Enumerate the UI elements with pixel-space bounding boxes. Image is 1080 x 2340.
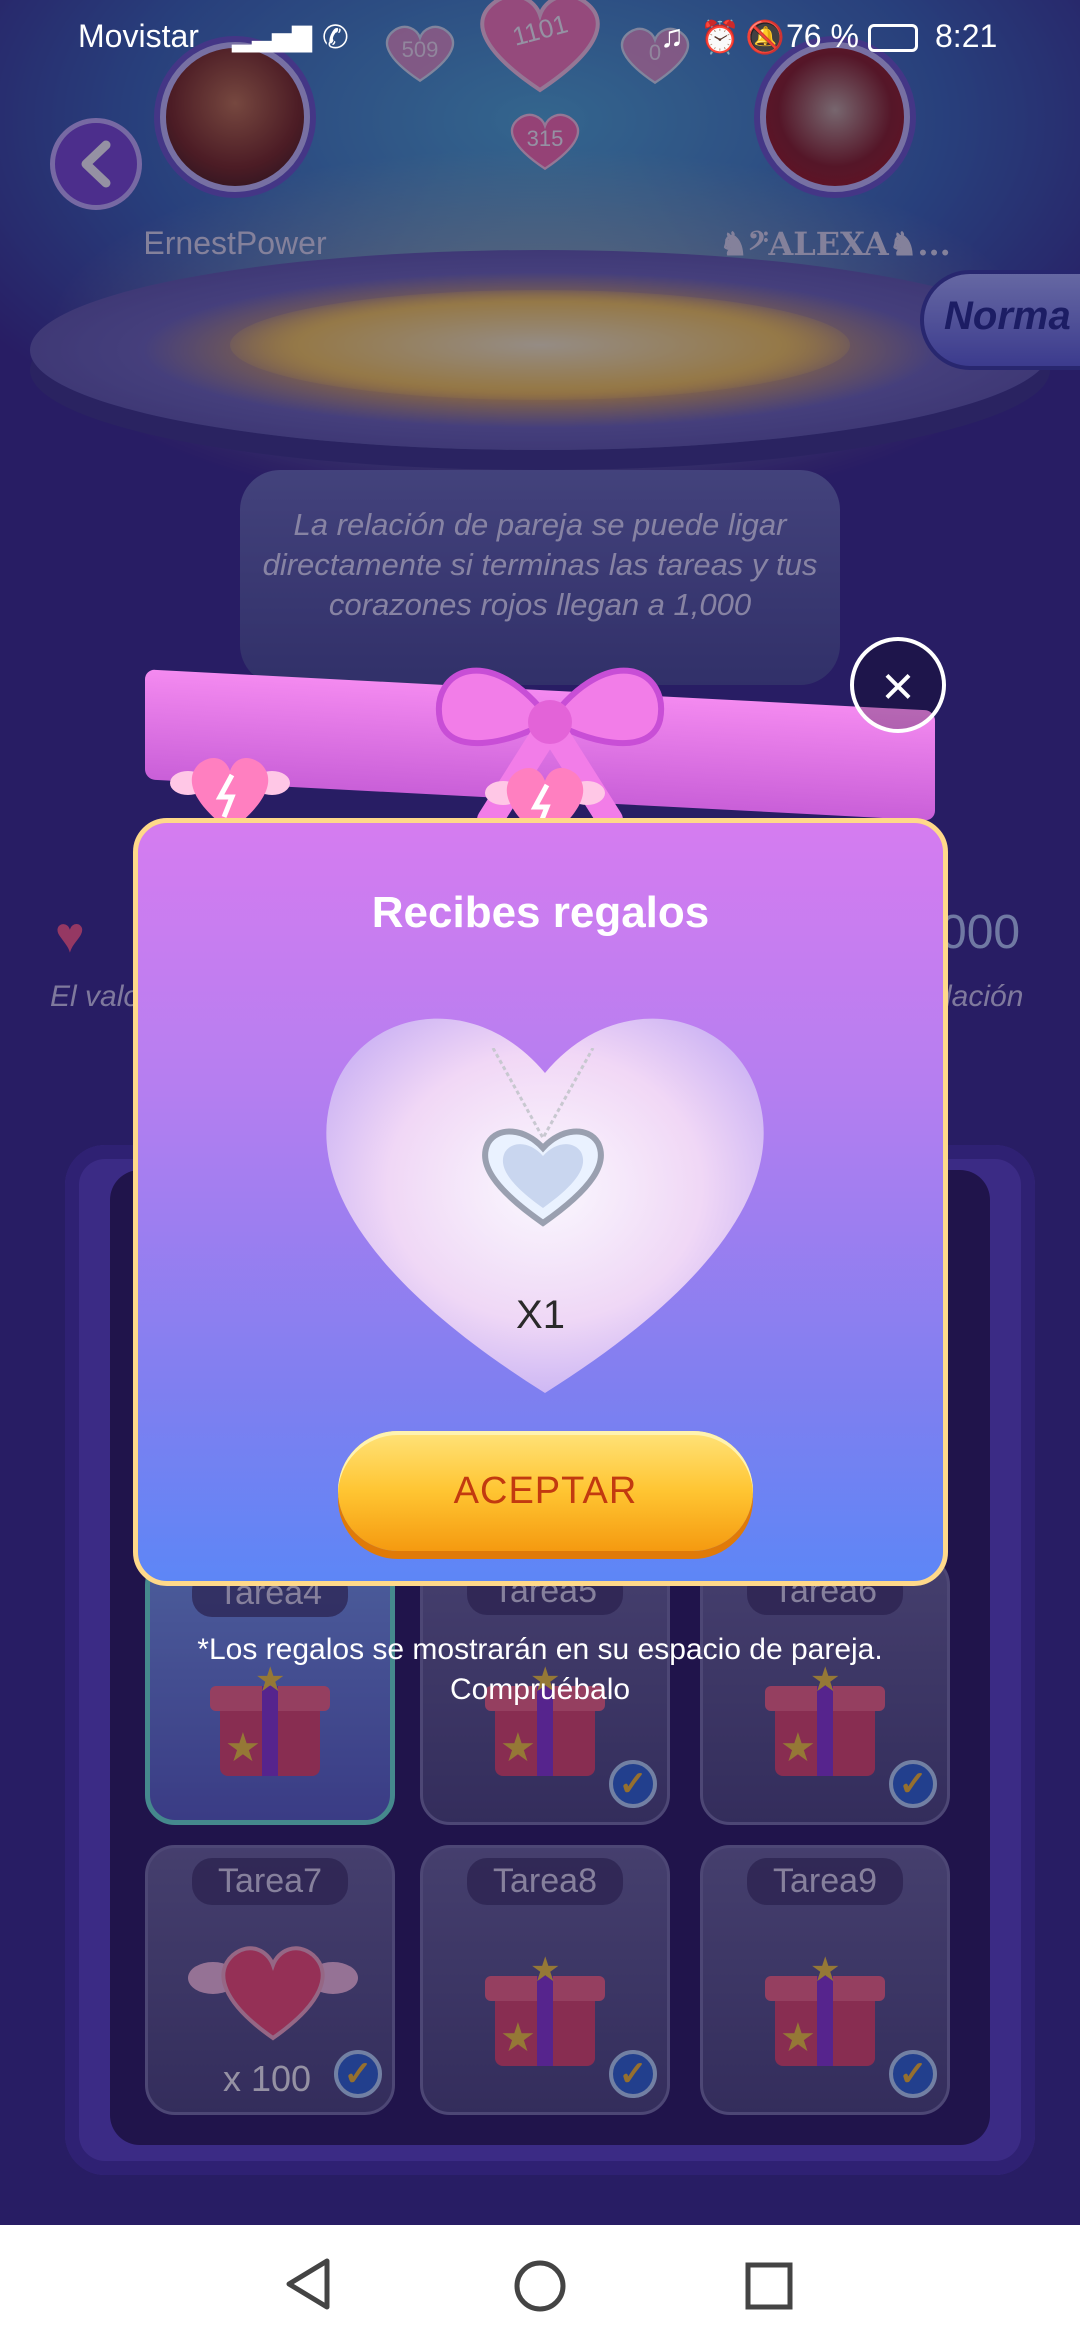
wifi-icon: ◔ <box>288 18 308 54</box>
gift-quantity: X1 <box>516 1293 565 1337</box>
accept-button[interactable]: ACEPTAR <box>338 1431 753 1551</box>
gift-note: *Los regalos se mostrarán en su espacio … <box>197 1633 883 1706</box>
home-nav-icon[interactable] <box>512 2258 568 2314</box>
close-icon: × <box>881 653 915 717</box>
battery-percent: 76 % <box>786 18 859 54</box>
recents-nav-icon[interactable] <box>744 2261 794 2311</box>
alarm-icon: ⏰ <box>700 19 740 55</box>
modal-title: Recibes regalos <box>371 888 710 937</box>
back-nav-icon[interactable] <box>283 2257 333 2311</box>
gift-modal: Recibes regalos X1 ACEPTAR <box>133 818 948 1586</box>
system-nav-bar <box>0 2225 1080 2340</box>
carrier-name: Movistar <box>78 18 199 54</box>
phone-icon: ✆ <box>322 19 349 55</box>
mute-icon: 🔕 <box>745 19 785 55</box>
headphones-icon: ♫ <box>660 18 684 54</box>
clock: 8:21 <box>935 18 998 54</box>
close-button[interactable]: × <box>850 637 946 733</box>
status-bar: Movistar ▂▃▅▇ ◔ ✆ ♫ ⏰ 🔕 76 % 8:21 <box>0 14 1080 64</box>
battery-icon <box>868 24 918 52</box>
necklace-icon <box>482 1048 604 1227</box>
